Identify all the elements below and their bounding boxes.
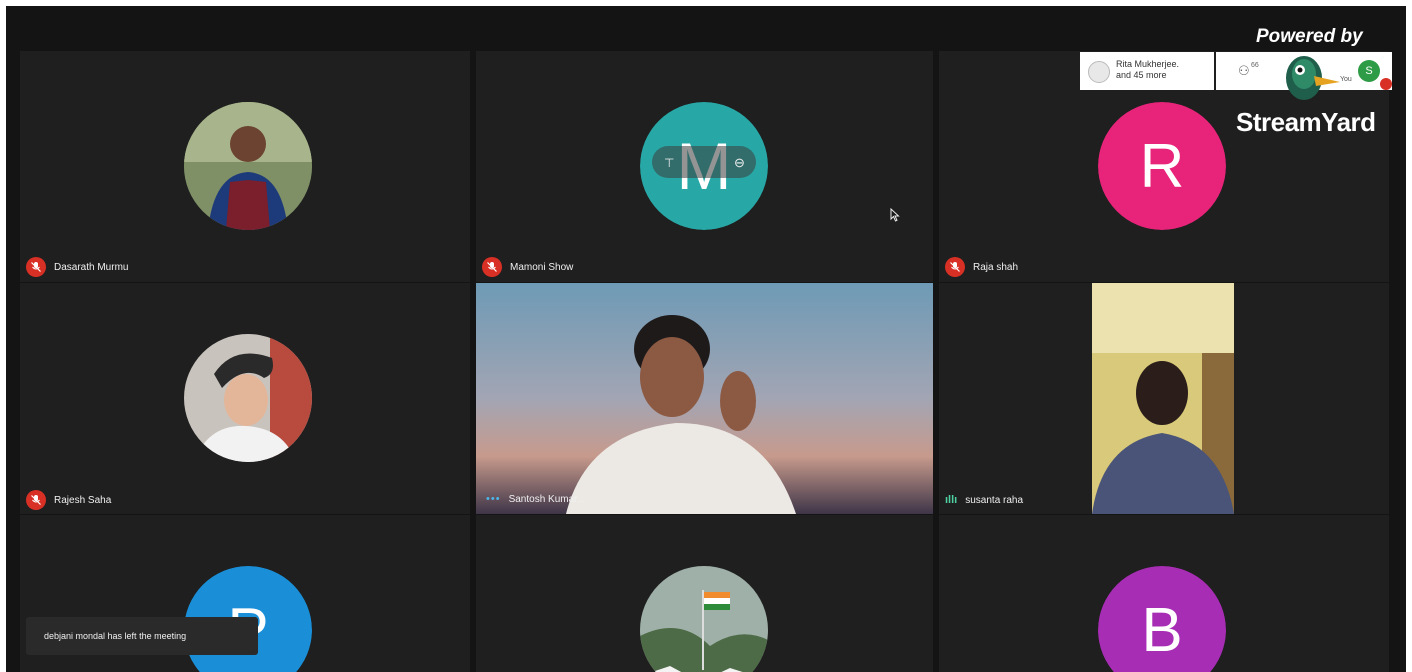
participant-name: Mamoni Show [510, 261, 574, 273]
avatar: M ⊤ ⊖ [640, 102, 768, 230]
screen: Dasarath Murmu M ⊤ ⊖ Mamoni Show R [0, 0, 1412, 672]
video-feed [1092, 283, 1234, 514]
tile-participant-b[interactable]: B [939, 515, 1389, 672]
participant-name: Dasarath Murmu [54, 261, 129, 273]
pin-icon[interactable]: ⊤ [664, 156, 674, 170]
tile-rajesh-saha[interactable]: Rajesh Saha [20, 283, 470, 514]
participant-name-row: Rajesh Saha [26, 490, 111, 510]
avatar-letter: R [1139, 131, 1185, 201]
participant-name-row: Raja shah [945, 257, 1018, 277]
tile-mamoni-show[interactable]: M ⊤ ⊖ Mamoni Show [476, 51, 933, 282]
participant-name-row: Mamoni Show [482, 257, 573, 277]
participant-name: Santosh Kumar... [508, 493, 586, 505]
audio-level-icon: ıllı [945, 494, 958, 506]
participant-name: Raja shah [973, 261, 1019, 273]
meeting-grid: Dasarath Murmu M ⊤ ⊖ Mamoni Show R [6, 6, 1406, 672]
tile-susanta-raha-video[interactable]: ıllı susanta raha [939, 283, 1389, 514]
participant-name-row: ıllı susanta raha [945, 490, 1023, 510]
mic-off-icon [26, 490, 46, 510]
tile-participant-flag[interactable] [476, 515, 933, 672]
participant-name-row: ••• Santosh Kumar... [486, 489, 585, 509]
participant-name: Rajesh Saha [54, 494, 112, 506]
participants-chip[interactable]: Rita Mukherjee. and 45 more [1080, 52, 1214, 90]
streamyard-branding: Powered by StreamYard [1212, 22, 1412, 142]
participant-name: susanta raha [965, 494, 1024, 506]
avatar: B [1098, 566, 1226, 672]
powered-by-label: Powered by [1256, 26, 1363, 47]
participant-name-row: Dasarath Murmu [26, 257, 128, 277]
mic-off-icon [26, 257, 46, 277]
tile-santosh-kumar-video[interactable]: ••• Santosh Kumar... [476, 283, 933, 514]
duck-mascot-icon [1286, 56, 1340, 100]
avatar-photo [184, 334, 312, 462]
mouse-cursor-icon [890, 208, 900, 222]
participants-chip-line2: and 45 more [1116, 70, 1167, 80]
participant-avatar-icon [1088, 61, 1110, 83]
avatar-photo [184, 102, 312, 230]
avatar-letter: B [1141, 595, 1183, 665]
meeting-toast: debjani mondal has left the meeting [26, 617, 258, 655]
avatar-photo [640, 566, 768, 672]
tile-dasarath-murmu[interactable]: Dasarath Murmu [20, 51, 470, 282]
streamyard-logo: StreamYard [1236, 107, 1376, 137]
remove-icon[interactable]: ⊖ [734, 155, 745, 171]
mic-off-icon [945, 257, 965, 277]
avatar: R [1098, 102, 1226, 230]
participants-chip-line1: Rita Mukherjee. [1116, 59, 1180, 69]
speaking-dots-icon: ••• [486, 493, 501, 505]
mic-off-icon [482, 257, 502, 277]
video-feed [476, 283, 933, 514]
